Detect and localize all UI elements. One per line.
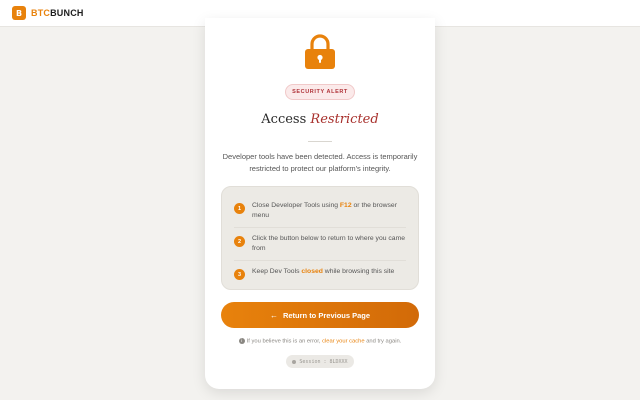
- title-plain: Access: [261, 112, 307, 127]
- steps-panel: 1 Close Developer Tools using F12 or the…: [221, 186, 419, 290]
- step-number: 2: [234, 236, 245, 247]
- brand-suffix: BUNCH: [50, 8, 84, 18]
- divider: [308, 141, 332, 142]
- brand-prefix: BTC: [31, 8, 51, 18]
- help-note: i If you believe this is an error, clear …: [205, 338, 435, 345]
- step-text: Close Developer Tools using F12 or the b…: [252, 202, 397, 219]
- step-item: 1 Close Developer Tools using F12 or the…: [234, 201, 406, 228]
- session-label: Session : 8LDXXX: [299, 358, 348, 365]
- brand-name[interactable]: BTCBUNCH: [31, 8, 84, 18]
- step-highlight: F12: [339, 202, 352, 209]
- clear-cache-link[interactable]: clear your cache: [322, 339, 365, 345]
- description: Developer tools have been detected. Acce…: [222, 152, 418, 173]
- arrow-left-icon: ←: [269, 310, 278, 320]
- step-text: Keep Dev Tools closed while browsing thi…: [252, 268, 395, 275]
- badge-label: SECURITY ALERT: [292, 89, 348, 95]
- lock-icon: [305, 34, 335, 69]
- button-label: Return to Previous Page: [282, 310, 371, 320]
- info-icon: i: [238, 338, 245, 344]
- page-title: Access Restricted: [205, 112, 435, 127]
- step-item: 3 Keep Dev Tools closed while browsing t…: [234, 267, 406, 286]
- step-item: 2 Click the button below to return to wh…: [234, 234, 406, 261]
- return-to-previous-page-button[interactable]: ← Return to Previous Page: [221, 302, 419, 328]
- session-dot-icon: [292, 359, 297, 364]
- step-highlight: closed: [301, 268, 323, 275]
- step-number: 1: [234, 203, 245, 214]
- title-emphasis: Restricted: [310, 112, 379, 127]
- access-card: SECURITY ALERT Access Restricted Develop…: [205, 18, 435, 389]
- security-alert-badge: SECURITY ALERT: [285, 84, 355, 100]
- logo-mark[interactable]: B: [12, 6, 26, 20]
- step-number: 3: [234, 269, 245, 280]
- session-badge: Session : 8LDXXX: [286, 355, 354, 368]
- step-text: Click the button below to return to wher…: [252, 235, 406, 252]
